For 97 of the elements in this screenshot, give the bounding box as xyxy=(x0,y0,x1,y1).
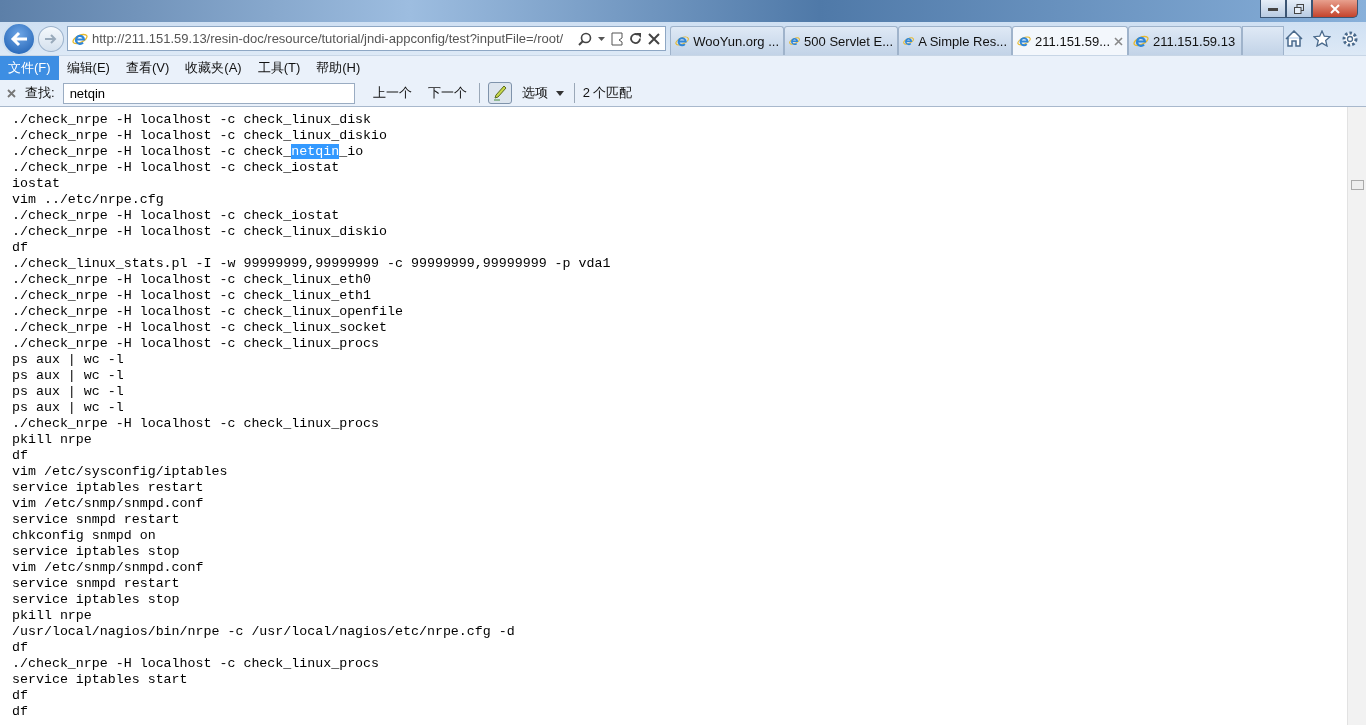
scrollbar[interactable] xyxy=(1347,107,1366,725)
code-line: vim /etc/snmp/snmpd.conf xyxy=(12,560,204,576)
browser-tab[interactable]: 211.151.59... xyxy=(1012,26,1128,55)
restore-icon xyxy=(1294,3,1304,14)
scroll-marker xyxy=(1351,180,1364,190)
code-line: ./check_nrpe -H localhost -c check_linux_procs xyxy=(12,336,380,352)
highlighter-icon xyxy=(492,85,507,101)
browser-tab[interactable]: 500 Servlet E... xyxy=(784,26,898,55)
home-button[interactable] xyxy=(1284,29,1304,48)
browser-tab[interactable]: 211.151.59.13 xyxy=(1128,26,1242,55)
minimize-button[interactable] xyxy=(1260,0,1286,18)
code-line: ./check_nrpe -H localhost -c check_linux_openfile xyxy=(12,304,403,320)
close-find-button[interactable] xyxy=(6,88,17,98)
code-line: df xyxy=(12,704,28,720)
star-icon xyxy=(1313,30,1331,47)
next-button[interactable]: 下一个 xyxy=(423,84,471,102)
settings-button[interactable] xyxy=(1340,29,1360,48)
code-line: df xyxy=(12,688,28,704)
compatibility-button[interactable] xyxy=(610,31,624,46)
menu-item[interactable]: 工具(T) xyxy=(249,56,309,80)
code-line: ./check_linux_stats.pl -I -w 99999999,99999999 -c 99999999,99999999 -p vda1 xyxy=(12,256,611,272)
match-count: 2 个匹配 xyxy=(582,84,633,102)
gear-icon xyxy=(1341,29,1359,48)
url-text: http://211.151.59.13/resin-doc/resource/tutorial/jndi-appconfig/test?inputFile=/root/ xyxy=(91,31,565,46)
close-icon xyxy=(648,32,660,45)
code-line: service iptables stop xyxy=(12,544,180,560)
arrow-left-icon xyxy=(9,30,28,47)
browser-icon xyxy=(675,33,690,49)
code-line: df xyxy=(12,640,28,656)
address-bar[interactable]: http://211.151.59.13/resin-doc/resource/tutorial/jndi-appconfig/test?inputFile=/root/ xyxy=(66,26,666,51)
search-icon xyxy=(578,31,592,46)
code-line: pkill nrpe xyxy=(12,608,92,624)
restore-button[interactable] xyxy=(1286,0,1312,18)
code-line: ./check_nrpe -H localhost -c check_linux_eth1 xyxy=(12,288,372,304)
menu-item[interactable]: 编辑(E) xyxy=(58,56,118,80)
code-line: vim ../etc/nrpe.cfg xyxy=(12,192,164,208)
code-line: ./check_nrpe -H localhost -c check_linux_procs xyxy=(12,656,380,672)
minimize-icon xyxy=(1268,6,1278,11)
previous-button[interactable]: 上一个 xyxy=(368,84,416,102)
browser-icon xyxy=(1017,33,1032,49)
code-line: ./check_nrpe -H localhost -c check_linux_disk xyxy=(12,112,372,128)
code-line: service iptables start xyxy=(12,672,188,688)
browser-tab[interactable]: A Simple Res... xyxy=(898,26,1012,55)
highlight-button[interactable] xyxy=(487,82,512,104)
code-line: ./check_nrpe -H localhost -c check_iostat xyxy=(12,160,340,176)
menu-item[interactable]: 查看(V) xyxy=(117,56,178,80)
code-line: pkill nrpe xyxy=(12,432,92,448)
code-line: vim /etc/sysconfig/iptables xyxy=(12,464,228,480)
stop-button[interactable] xyxy=(647,32,661,45)
search-button[interactable] xyxy=(577,31,593,46)
code-line: iostat xyxy=(12,176,60,192)
browser-icon xyxy=(1133,33,1149,49)
code-line: service snmpd restart xyxy=(12,576,180,592)
code-line: ./check_nrpe -H localhost -c check_linux_diskio xyxy=(12,128,388,144)
code-line: chkconfig snmpd on xyxy=(12,528,156,544)
close-icon xyxy=(7,88,16,98)
code-line: service snmpd restart xyxy=(12,512,180,528)
code-line: service iptables restart xyxy=(12,480,204,496)
tab-title: 211.151.59.13 xyxy=(1153,33,1237,49)
menu-item[interactable]: 帮助(H) xyxy=(308,56,369,80)
code-line: ./check_nrpe -H localhost -c check_linux_eth0 xyxy=(12,272,372,288)
code-line: vim /etc/snmp/snmpd.conf xyxy=(12,496,204,512)
favorites-button[interactable] xyxy=(1312,29,1332,48)
refresh-button[interactable] xyxy=(628,32,643,45)
code-line: ./check_nrpe -H localhost -c check_linux_diskio xyxy=(12,224,388,240)
options-button[interactable]: 选项 xyxy=(519,84,566,102)
find-field[interactable]: netqin xyxy=(62,82,355,104)
tab-title: 500 Servlet E... xyxy=(804,33,893,49)
home-icon xyxy=(1285,30,1303,47)
code-line: service iptables stop xyxy=(12,592,180,608)
find-label: 查找: xyxy=(25,84,55,102)
code-line: df xyxy=(12,240,28,256)
close-button[interactable] xyxy=(1312,0,1358,18)
code-line: ps aux | wc -l xyxy=(12,368,124,384)
code-line: ps aux | wc -l xyxy=(12,384,124,400)
close-icon xyxy=(1330,3,1340,14)
dropdown-button[interactable] xyxy=(597,36,606,41)
code-line: ./check_nrpe -H localhost -c check_iostat xyxy=(12,208,340,224)
caret-icon xyxy=(598,36,605,41)
tab-title: WooYun.org ... xyxy=(693,33,779,49)
arrow-right-icon xyxy=(43,32,58,45)
browser-tab[interactable]: WooYun.org ... xyxy=(670,26,784,55)
torn-page-icon xyxy=(611,31,623,46)
code-line: ps aux | wc -l xyxy=(12,400,124,416)
menu-item[interactable]: 收藏夹(A) xyxy=(177,56,250,80)
code-line: df xyxy=(12,448,28,464)
tab-close-button[interactable] xyxy=(1114,36,1123,46)
back-button[interactable] xyxy=(2,21,36,56)
code-line: ./check_nrpe -H localhost -c check_linux_procs xyxy=(12,416,380,432)
tab-title: 211.151.59... xyxy=(1035,33,1110,49)
code-line: ps aux | wc -l xyxy=(12,352,124,368)
caret-icon xyxy=(555,90,564,96)
refresh-icon xyxy=(629,32,642,45)
close-icon xyxy=(1114,36,1123,46)
tab-title: A Simple Res... xyxy=(918,33,1007,49)
code-line: /usr/local/nagios/bin/nrpe -c /usr/local/nagios/etc/nrpe.cfg -d xyxy=(12,624,515,640)
code-line: ./check_nrpe -H localhost -c check_linux_socket xyxy=(12,320,388,336)
